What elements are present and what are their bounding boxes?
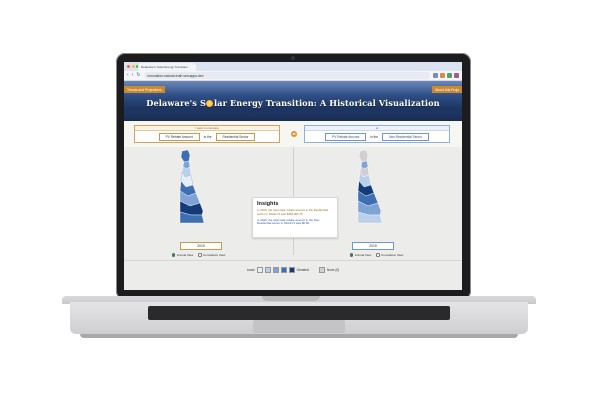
left-sector-select[interactable]: Residential Sector — [215, 132, 256, 142]
laptop-base — [62, 296, 536, 340]
left-connector-text: in the — [203, 135, 212, 139]
minimize-window-icon[interactable] — [131, 65, 135, 68]
insights-title: Insights — [257, 201, 279, 207]
extensions-area — [433, 73, 459, 78]
radio-unselected-icon[interactable] — [198, 253, 202, 257]
browser-toolbar: ‹ › ↻ innovation-natural-truth.vercapps.… — [124, 71, 462, 81]
right-view-toggle: Annual View Cumulative View — [350, 253, 403, 257]
title-part-2: lar Energy Transition: A Historical Visu… — [213, 98, 440, 108]
title-part-1: Delaware's S — [146, 98, 206, 108]
trackpad — [253, 320, 345, 333]
annual-view-label: Annual View — [176, 253, 194, 257]
insight-residential-text: In 2015, the total solar rebate amount i… — [257, 208, 329, 216]
insight-nonresidential-text: In 2015, the total solar rebate amount i… — [257, 217, 320, 226]
nav-about-link[interactable]: About this Proje — [432, 86, 462, 93]
cumulative-view-label: Cumulative View — [381, 253, 404, 257]
radio-selected-icon[interactable] — [172, 253, 176, 257]
extension-icon[interactable] — [454, 73, 459, 78]
right-annual-view-radio[interactable]: Annual View — [350, 253, 371, 257]
left-annual-view-radio[interactable]: Annual View — [172, 253, 193, 257]
left-cumulative-view-radio[interactable]: Cumulative View — [198, 253, 225, 257]
radio-selected-icon[interactable] — [350, 253, 354, 257]
legend-least-label: Least — [246, 267, 255, 272]
district-shape[interactable] — [358, 149, 369, 163]
sun-icon — [206, 100, 214, 107]
map-comparison-area: Insights In 2015, the total solar rebate… — [124, 147, 462, 263]
webcam — [291, 56, 295, 60]
swap-icon[interactable]: ⇄ — [291, 131, 297, 137]
address-bar[interactable]: innovation-natural-truth.vercapps.dev — [143, 72, 430, 79]
browser-tab-bar: Delaware's Solar Energy Transition — [124, 62, 462, 71]
browser-tab[interactable]: Delaware's Solar Energy Transition — [138, 63, 196, 71]
laptop-foot — [80, 334, 518, 338]
legend-greatest-label: Greatest — [296, 267, 309, 272]
legend-none-swatch — [318, 266, 325, 273]
lid-notch — [262, 296, 320, 301]
cumulative-view-label: Cumulative View — [203, 253, 226, 257]
left-year-input[interactable]: 2015 — [180, 242, 222, 250]
laptop-screen: Delaware's Solar Energy Transition ‹ › ↻… — [124, 62, 462, 290]
right-cumulative-view-radio[interactable]: Cumulative View — [376, 253, 403, 257]
laptop-deck — [70, 302, 528, 334]
left-view-toggle: Annual View Cumulative View — [172, 253, 225, 257]
extension-icon[interactable] — [433, 73, 438, 78]
laptop-mockup: Delaware's Solar Energy Transition ‹ › ↻… — [0, 0, 600, 400]
legend-swatch — [264, 266, 271, 273]
annual-view-label: Annual View — [354, 253, 372, 257]
delaware-map-residential[interactable] — [176, 149, 206, 229]
legend-swatch — [280, 266, 287, 273]
right-metric-select[interactable]: PV Rebate Amount — [325, 132, 367, 142]
legend-swatch — [288, 266, 295, 273]
color-legend: Least Greatest None (0) — [124, 265, 462, 274]
nav-trends-link[interactable]: Trends and Projections — [124, 86, 165, 93]
extension-icon[interactable] — [447, 73, 452, 78]
legend-separator — [124, 260, 462, 261]
page-title: Delaware's S lar Energy Transition: A His… — [124, 98, 462, 108]
keyboard — [148, 306, 450, 320]
close-window-icon[interactable] — [127, 65, 130, 68]
back-icon[interactable]: ‹ — [127, 73, 129, 78]
right-connector-text: in the — [370, 135, 379, 139]
district-shape[interactable] — [180, 149, 191, 163]
legend-none-label: None (0) — [326, 267, 340, 272]
forward-icon[interactable]: › — [132, 73, 134, 78]
radio-unselected-icon[interactable] — [376, 253, 380, 257]
extension-icon[interactable] — [440, 73, 445, 78]
right-comparison-panel: to PV Rebate Amount in the Non-Residenti… — [304, 125, 450, 143]
left-comparison-panel: I want to compare PV Rebate Amount in th… — [134, 125, 280, 143]
legend-swatch — [272, 266, 279, 273]
insights-panel: Insights In 2015, the total solar rebate… — [252, 197, 338, 238]
reload-icon[interactable]: ↻ — [136, 73, 140, 78]
right-sector-select[interactable]: Non-Residential Sector — [382, 132, 429, 142]
delaware-map-nonresidential[interactable] — [354, 149, 384, 229]
left-metric-select[interactable]: PV Rebate Amount — [158, 132, 200, 142]
comparison-controls: I want to compare PV Rebate Amount in th… — [124, 121, 462, 147]
right-year-input[interactable]: 2015 — [352, 242, 394, 250]
legend-swatch — [256, 266, 263, 273]
page-header: Trends and Projections About this Proje … — [124, 81, 462, 121]
